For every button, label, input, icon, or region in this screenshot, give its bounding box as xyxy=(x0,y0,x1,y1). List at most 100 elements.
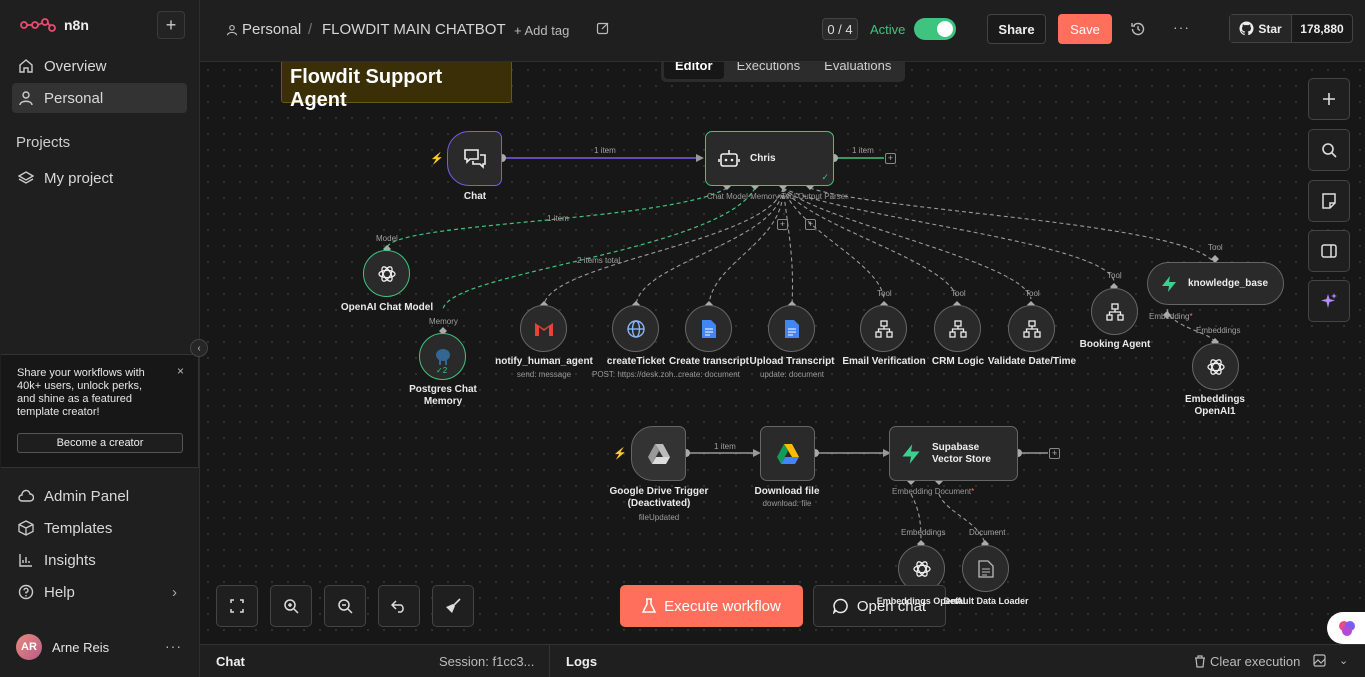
sidebar-item-label: Overview xyxy=(44,57,107,75)
add-node-icon[interactable]: + xyxy=(885,153,896,164)
chat-panel-tab[interactable]: Chat xyxy=(216,654,245,669)
fit-view-button[interactable] xyxy=(216,585,258,627)
node-knowledge-base[interactable]: knowledge_base xyxy=(1147,262,1284,305)
sidebar-item-personal[interactable]: Personal xyxy=(12,83,187,113)
bar-chart-icon xyxy=(19,554,32,567)
node-subtitle: download: file xyxy=(762,499,812,508)
add-node-button[interactable] xyxy=(1308,78,1350,120)
execute-workflow-button[interactable]: Execute workflow xyxy=(620,585,803,627)
openai-icon xyxy=(1206,358,1225,375)
node-upload-transcript[interactable] xyxy=(768,305,815,352)
bottom-panel: Chat Session: f1cc3... Logs Clear execut… xyxy=(200,644,1365,677)
add-node-icon[interactable]: + xyxy=(805,219,816,230)
node-create-transcript[interactable] xyxy=(685,305,732,352)
search-nodes-button[interactable] xyxy=(1308,129,1350,171)
node-download-file[interactable] xyxy=(760,426,815,481)
node-supabase-vector-store[interactable]: Supabase Vector Store xyxy=(889,426,1018,481)
breadcrumb-separator: / xyxy=(308,21,313,38)
sidebar-item-label: Admin Panel xyxy=(44,487,130,505)
node-label: Email Verification xyxy=(842,356,926,367)
sidebar: n8n + Overview Personal Projects My proj… xyxy=(0,0,200,677)
save-button[interactable]: Save xyxy=(1058,14,1112,44)
become-creator-button[interactable]: Become a creator xyxy=(17,433,183,453)
tab-evaluations[interactable]: Evaluations xyxy=(813,62,902,79)
n8n-logo[interactable]: n8n xyxy=(20,17,89,33)
add-sticky-button[interactable] xyxy=(1308,180,1350,222)
user-icon xyxy=(226,24,238,35)
globe-icon xyxy=(626,319,645,338)
tab-executions[interactable]: Executions xyxy=(726,62,812,79)
sidebar-item-overview[interactable]: Overview xyxy=(12,51,187,81)
zoom-in-button[interactable] xyxy=(270,585,312,627)
port-label: Document xyxy=(969,528,1006,537)
node-embeddings-openai1[interactable] xyxy=(1192,343,1239,390)
node-postgres-memory[interactable]: ✓2 xyxy=(419,333,466,380)
node-label: Chris xyxy=(750,152,776,164)
port-label: Tool xyxy=(1107,271,1122,280)
supabase-icon xyxy=(1162,275,1176,292)
active-toggle[interactable] xyxy=(914,18,956,40)
tidy-up-button[interactable] xyxy=(432,585,474,627)
sidebar-item-admin-panel[interactable]: Admin Panel xyxy=(12,481,187,511)
brain-icon xyxy=(1339,621,1355,636)
undo-icon xyxy=(391,600,404,613)
sidebar-item-label: Help xyxy=(44,583,75,601)
projects-title: Projects xyxy=(16,134,71,151)
node-create-ticket[interactable] xyxy=(612,305,659,352)
connection-label: 1 item xyxy=(714,442,736,451)
node-crm-logic[interactable] xyxy=(934,305,981,352)
zoom-out-button[interactable] xyxy=(324,585,366,627)
toggle-panel-button[interactable] xyxy=(1308,230,1350,272)
collapse-sidebar-icon[interactable]: ‹ xyxy=(190,339,208,357)
share-button[interactable]: Share xyxy=(987,14,1046,44)
ai-assistant-button[interactable] xyxy=(1308,280,1350,322)
connection-label: 2 items total xyxy=(577,256,621,265)
promo-text: Share your workflows with 40k+ users, un… xyxy=(17,367,145,418)
workflow-name[interactable]: FLOWDIT MAIN CHATBOT xyxy=(322,21,506,38)
add-tag-button[interactable]: + Add tag xyxy=(514,23,569,38)
breadcrumb-project[interactable]: Personal xyxy=(242,21,301,38)
clear-execution-button[interactable]: Clear execution xyxy=(1194,654,1300,669)
port-label: Embeddings xyxy=(1196,326,1241,335)
node-label: Upload Transcript xyxy=(749,356,835,367)
more-icon[interactable]: ··· xyxy=(165,638,182,654)
node-chat[interactable] xyxy=(447,131,502,186)
add-node-icon[interactable]: + xyxy=(777,219,788,230)
sidebar-item-my-project[interactable]: My project xyxy=(12,163,187,193)
node-default-data-loader[interactable] xyxy=(962,545,1009,592)
node-booking-agent[interactable] xyxy=(1091,288,1138,335)
node-openai-chat-model[interactable] xyxy=(363,250,410,297)
history-icon[interactable] xyxy=(1130,21,1146,42)
node-email-verification[interactable] xyxy=(860,305,907,352)
create-button[interactable]: + xyxy=(157,11,185,39)
node-chris-agent[interactable]: Chris ✓ xyxy=(705,131,834,186)
add-node-icon[interactable]: + xyxy=(1049,448,1060,459)
chevron-down-icon[interactable]: ⌄ xyxy=(1339,654,1348,667)
more-options-icon[interactable]: ··· xyxy=(1173,19,1190,35)
ai-brain-button[interactable] xyxy=(1327,612,1365,644)
node-label: OpenAI Chat Model xyxy=(340,302,434,313)
github-star-button[interactable]: Star 178,880 xyxy=(1229,14,1353,43)
edit-description-icon[interactable] xyxy=(596,21,610,40)
tab-editor[interactable]: Editor xyxy=(664,62,724,79)
user-menu[interactable]: AR Arne Reis ··· xyxy=(16,634,186,660)
sidebar-item-help[interactable]: Help › xyxy=(12,577,187,607)
layers-icon xyxy=(18,171,34,184)
node-label: Default Data Loader xyxy=(943,596,1029,606)
search-icon xyxy=(1322,143,1337,158)
image-icon[interactable] xyxy=(1313,654,1326,670)
sticky-note[interactable]: Flowdit Support Agent xyxy=(281,62,512,111)
close-icon[interactable]: × xyxy=(177,365,184,378)
chevron-right-icon: › xyxy=(172,583,177,601)
breadcrumb[interactable]: Personal xyxy=(226,21,301,38)
node-label: createTicket xyxy=(606,356,666,367)
logs-panel-tab[interactable]: Logs xyxy=(566,654,597,669)
node-notify-human-agent[interactable] xyxy=(520,305,567,352)
node-google-drive-trigger[interactable] xyxy=(631,426,686,481)
node-validate-date-time[interactable] xyxy=(1008,305,1055,352)
port-label: Embedding* xyxy=(1149,312,1193,321)
sidebar-item-insights[interactable]: Insights xyxy=(12,545,187,575)
sidebar-item-templates[interactable]: Templates xyxy=(12,513,187,543)
workflow-canvas[interactable]: Editor Executions Evaluations Flowdit Su… xyxy=(200,62,1365,644)
undo-button[interactable] xyxy=(378,585,420,627)
